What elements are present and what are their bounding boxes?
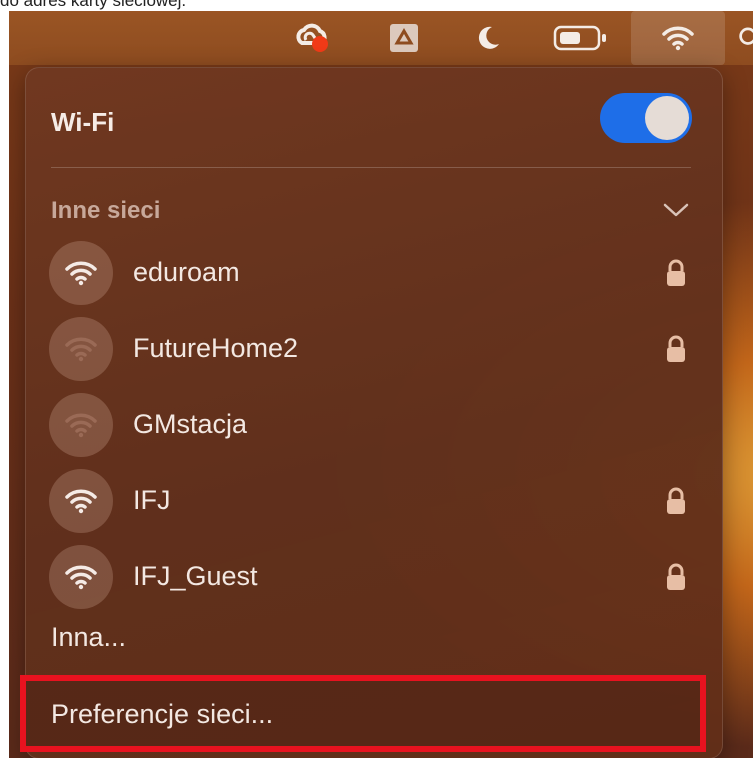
network-item-ifj[interactable]: IFJ (49, 469, 699, 533)
other-networks-section-label[interactable]: Inne sieci (51, 197, 160, 225)
network-item-ifj-guest[interactable]: IFJ_Guest (49, 545, 699, 609)
battery-icon[interactable] (552, 22, 610, 54)
chevron-down-icon[interactable] (662, 201, 690, 219)
network-item-gmstacja[interactable]: GMstacja (49, 393, 699, 457)
creative-cloud-icon[interactable] (292, 22, 332, 54)
wifi-signal-icon (49, 393, 113, 457)
network-name: IFJ_Guest (133, 561, 258, 591)
lock-icon (667, 335, 685, 362)
wifi-signal-icon (49, 317, 113, 381)
screen: Wi-Fi Inne sieci eduroam FutureHome2 GMsta… (9, 11, 753, 758)
wifi-signal-icon (49, 241, 113, 305)
network-preferences-item[interactable]: Preferencje sieci... (51, 699, 273, 730)
divider (51, 167, 691, 168)
do-not-disturb-moon-icon[interactable] (471, 22, 505, 54)
page-caption: do adres karty sieciowej. (0, 0, 187, 10)
network-name: GMstacja (133, 409, 248, 439)
toggle-knob (645, 96, 689, 140)
google-drive-icon[interactable] (387, 22, 421, 54)
lock-icon (667, 563, 685, 590)
network-name: eduroam (133, 257, 240, 287)
search-icon[interactable] (737, 22, 753, 54)
lock-icon (667, 259, 685, 286)
lock-icon (667, 487, 685, 514)
network-name: IFJ (133, 485, 171, 515)
wifi-toggle[interactable] (600, 93, 692, 143)
wifi-signal-icon (49, 545, 113, 609)
wifi-icon (661, 22, 695, 54)
network-name: FutureHome2 (133, 333, 299, 363)
other-network-item[interactable]: Inna... (51, 622, 126, 653)
network-item-eduroam[interactable]: eduroam (49, 241, 699, 305)
wifi-menu-extra[interactable] (631, 11, 725, 65)
network-item-futurehome2[interactable]: FutureHome2 (49, 317, 699, 381)
menu-bar (9, 11, 753, 65)
wifi-menu-title: Wi-Fi (51, 107, 115, 137)
wifi-signal-icon (49, 469, 113, 533)
